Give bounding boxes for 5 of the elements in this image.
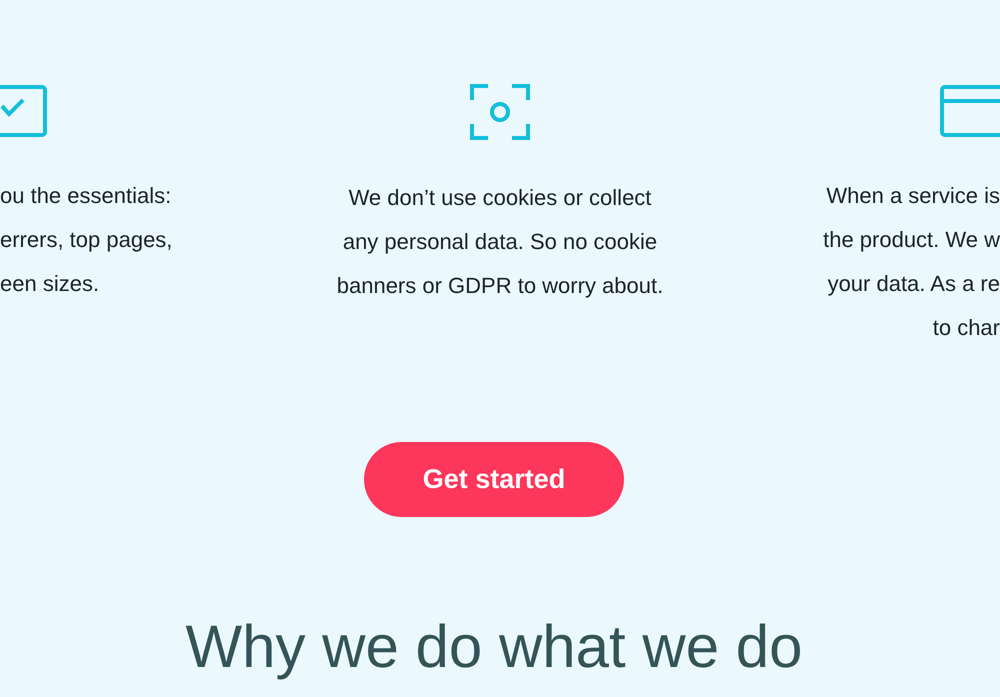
get-started-button[interactable]: Get started [364,442,624,517]
section-heading: Why we do what we do [186,617,802,677]
feature-description: When a service is the product. We w your data. As a re to char [823,182,1000,342]
feature-description: We don’t use cookies or collect any personal data. So no cookie banners or GDPR to worry about. [336,184,664,300]
feature-description: ou the essentials: errers, top pages, een sizes. [0,182,172,298]
